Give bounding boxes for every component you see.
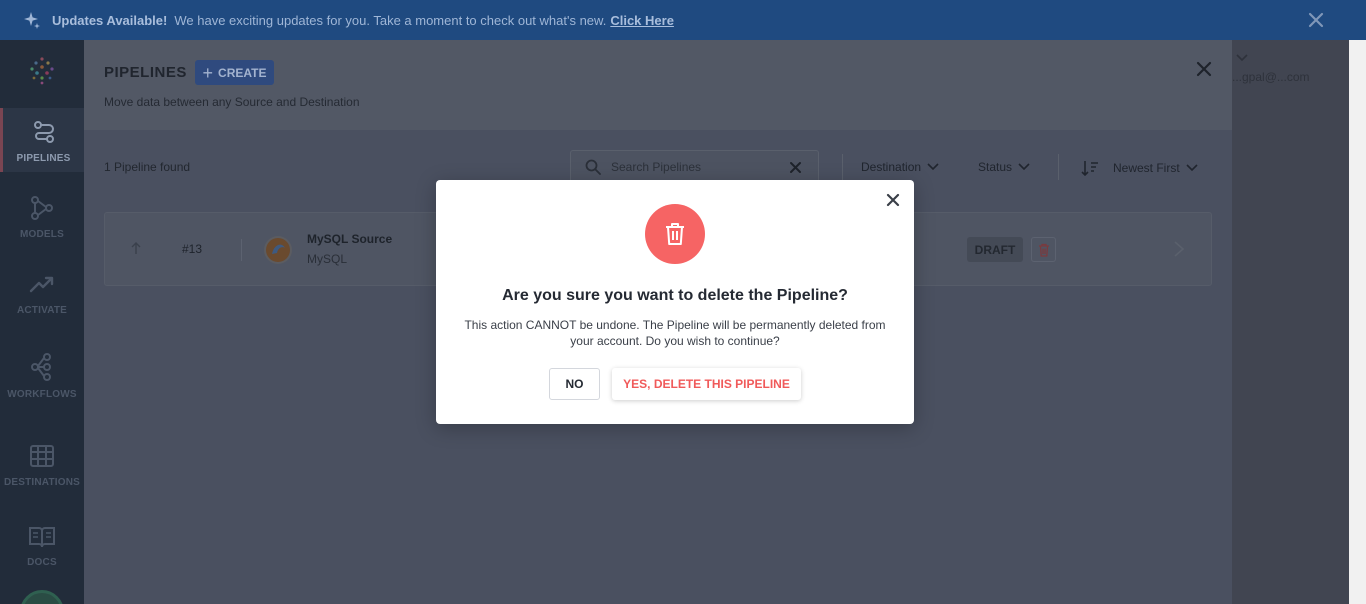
- book-icon: [29, 527, 55, 548]
- search-icon: [585, 159, 601, 175]
- avatar[interactable]: [20, 590, 64, 604]
- chevron-right-icon[interactable]: [1173, 241, 1185, 257]
- banner-close-icon[interactable]: [1306, 10, 1326, 30]
- delete-button[interactable]: [1031, 237, 1056, 262]
- pipeline-count: 1 Pipeline found: [104, 160, 191, 174]
- app-logo[interactable]: [26, 54, 58, 86]
- account-panel: ...gpal@...com: [1232, 40, 1349, 604]
- plus-icon: +: [202, 62, 214, 83]
- clear-search-icon[interactable]: [789, 161, 802, 174]
- source-type: MySQL: [307, 252, 348, 266]
- user-email: ...gpal@...com: [1232, 70, 1310, 84]
- source-name: MySQL Source: [307, 232, 393, 246]
- create-label: CREATE: [218, 65, 267, 80]
- sort-dropdown[interactable]: Newest First: [1081, 160, 1198, 176]
- sparkle-icon: [24, 12, 40, 29]
- trash-icon: [1038, 243, 1049, 257]
- create-button[interactable]: + CREATE: [195, 60, 274, 85]
- sort-label: Newest First: [1113, 161, 1180, 175]
- search-box: [570, 150, 819, 184]
- pipeline-number: #13: [182, 242, 203, 256]
- sidebar-item-models[interactable]: MODELS: [0, 184, 84, 248]
- banner-title: Updates Available!: [52, 12, 168, 28]
- sidebar-item-pipelines[interactable]: PIPELINES: [0, 108, 84, 172]
- mysql-icon: [264, 236, 292, 264]
- pipelines-icon: [33, 121, 54, 143]
- confirm-delete-button[interactable]: YES, DELETE THIS PIPELINE: [612, 368, 801, 400]
- sidebar-item-activate[interactable]: ACTIVATE: [0, 260, 84, 324]
- divider: [1058, 154, 1059, 180]
- chevron-down-icon[interactable]: [1236, 54, 1248, 62]
- dialog-message: This action CANNOT be undone. The Pipeli…: [464, 318, 886, 348]
- updates-banner: Updates Available! We have exciting upda…: [0, 0, 1366, 40]
- sidebar-item-label: PIPELINES: [16, 153, 71, 164]
- divider: [842, 154, 843, 180]
- close-icon[interactable]: [1195, 60, 1213, 78]
- delete-confirmation-dialog: Are you sure you want to delete the Pipe…: [436, 180, 914, 424]
- sidebar-item-label: ACTIVATE: [16, 305, 68, 316]
- chevron-down-icon: [1186, 164, 1198, 172]
- sidebar-item-workflows[interactable]: WORKFLOWS: [0, 344, 84, 408]
- sidebar-item-label: MODELS: [20, 229, 64, 240]
- chevron-down-icon: [927, 163, 939, 171]
- sidebar-item-destinations[interactable]: DESTINATIONS: [0, 432, 84, 496]
- destinations-icon: [30, 445, 54, 467]
- trash-icon: [645, 204, 705, 264]
- chevron-down-icon: [1018, 163, 1030, 171]
- page-title: PIPELINES: [104, 64, 187, 81]
- trend-up-icon: [29, 276, 54, 293]
- sidebar-item-docs[interactable]: DOCS: [0, 512, 84, 576]
- scrollbar[interactable]: [1349, 40, 1366, 604]
- divider: [241, 239, 242, 261]
- arrow-up-icon: [131, 242, 141, 254]
- no-button[interactable]: NO: [549, 368, 600, 400]
- search-input[interactable]: [611, 160, 786, 174]
- page-header: PIPELINES + CREATE Move data between any…: [84, 40, 1232, 130]
- banner-link[interactable]: Click Here: [610, 13, 674, 28]
- status-badge: DRAFT: [967, 237, 1023, 262]
- sidebar: PIPELINES MODELS ACTIVATE WORKFLOWS DEST…: [0, 40, 84, 604]
- models-icon: [31, 196, 53, 220]
- dialog-title: Are you sure you want to delete the Pipe…: [502, 287, 848, 304]
- sidebar-item-label: DOCS: [27, 557, 57, 568]
- banner-message: We have exciting updates for you. Take a…: [174, 12, 607, 28]
- close-icon[interactable]: [885, 192, 901, 208]
- status-filter-label: Status: [978, 160, 1013, 174]
- status-filter[interactable]: Status: [978, 160, 1030, 174]
- workflows-icon: [31, 353, 51, 381]
- sidebar-item-label: WORKFLOWS: [7, 389, 77, 400]
- destination-filter[interactable]: Destination: [861, 160, 939, 174]
- sort-icon: [1081, 161, 1098, 176]
- sidebar-item-label: DESTINATIONS: [3, 477, 81, 488]
- page-subtitle: Move data between any Source and Destina…: [104, 95, 360, 109]
- destination-filter-label: Destination: [861, 160, 922, 174]
